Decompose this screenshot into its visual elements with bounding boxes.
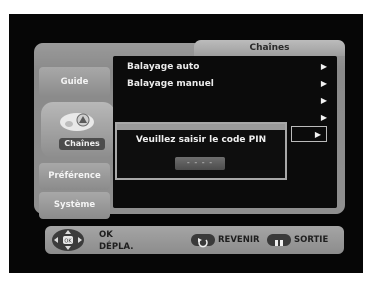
menu-item-3[interactable]: ▶ — [127, 93, 327, 109]
pin-input[interactable]: - - - - — [175, 157, 225, 170]
ok-hint: OK — [99, 230, 113, 240]
chevron-right-icon: ▶ — [320, 96, 327, 105]
tv-screen: Chaînes Guide Chaînes Préférence Système… — [9, 14, 363, 273]
rewind-icon[interactable] — [191, 234, 215, 248]
svg-text:OK: OK — [64, 239, 72, 245]
channels-icon — [60, 113, 94, 131]
sidebar-item-label: Chaînes — [59, 138, 105, 150]
menu-item-balayage-manuel[interactable]: Balayage manuel ▶ — [127, 76, 327, 92]
sidebar-item-chaines[interactable]: Chaînes — [41, 102, 115, 158]
pin-dialog: Veuillez saisir le code PIN - - - - — [115, 122, 287, 180]
chevron-right-icon: ▶ — [320, 79, 327, 88]
menu-item-label: Balayage manuel — [127, 79, 214, 89]
chevron-right-icon: ▶ — [314, 130, 321, 139]
pin-prompt: Veuillez saisir le code PIN — [135, 135, 267, 145]
menu-item-5-selected[interactable]: ▶ — [291, 126, 327, 142]
dpad-icon: OK — [52, 229, 84, 251]
back-hint: REVENIR — [218, 235, 260, 245]
move-hint: DÉPLA. — [99, 242, 134, 252]
chevron-right-icon: ▶ — [320, 62, 327, 71]
sidebar-item-systeme[interactable]: Système — [39, 192, 110, 219]
page-title: Chaînes — [194, 40, 345, 56]
chevron-right-icon: ▶ — [320, 113, 327, 122]
pause-icon[interactable] — [267, 234, 291, 246]
sidebar-item-guide[interactable]: Guide — [39, 67, 110, 97]
menu-item-label: Balayage auto — [127, 62, 200, 72]
sidebar-item-preference[interactable]: Préférence — [39, 163, 110, 190]
menu-item-balayage-auto[interactable]: Balayage auto ▶ — [127, 59, 327, 75]
footer-hint-bar: OK OK DÉPLA. REVENIR SORTIE — [45, 226, 344, 254]
exit-hint: SORTIE — [294, 235, 329, 245]
